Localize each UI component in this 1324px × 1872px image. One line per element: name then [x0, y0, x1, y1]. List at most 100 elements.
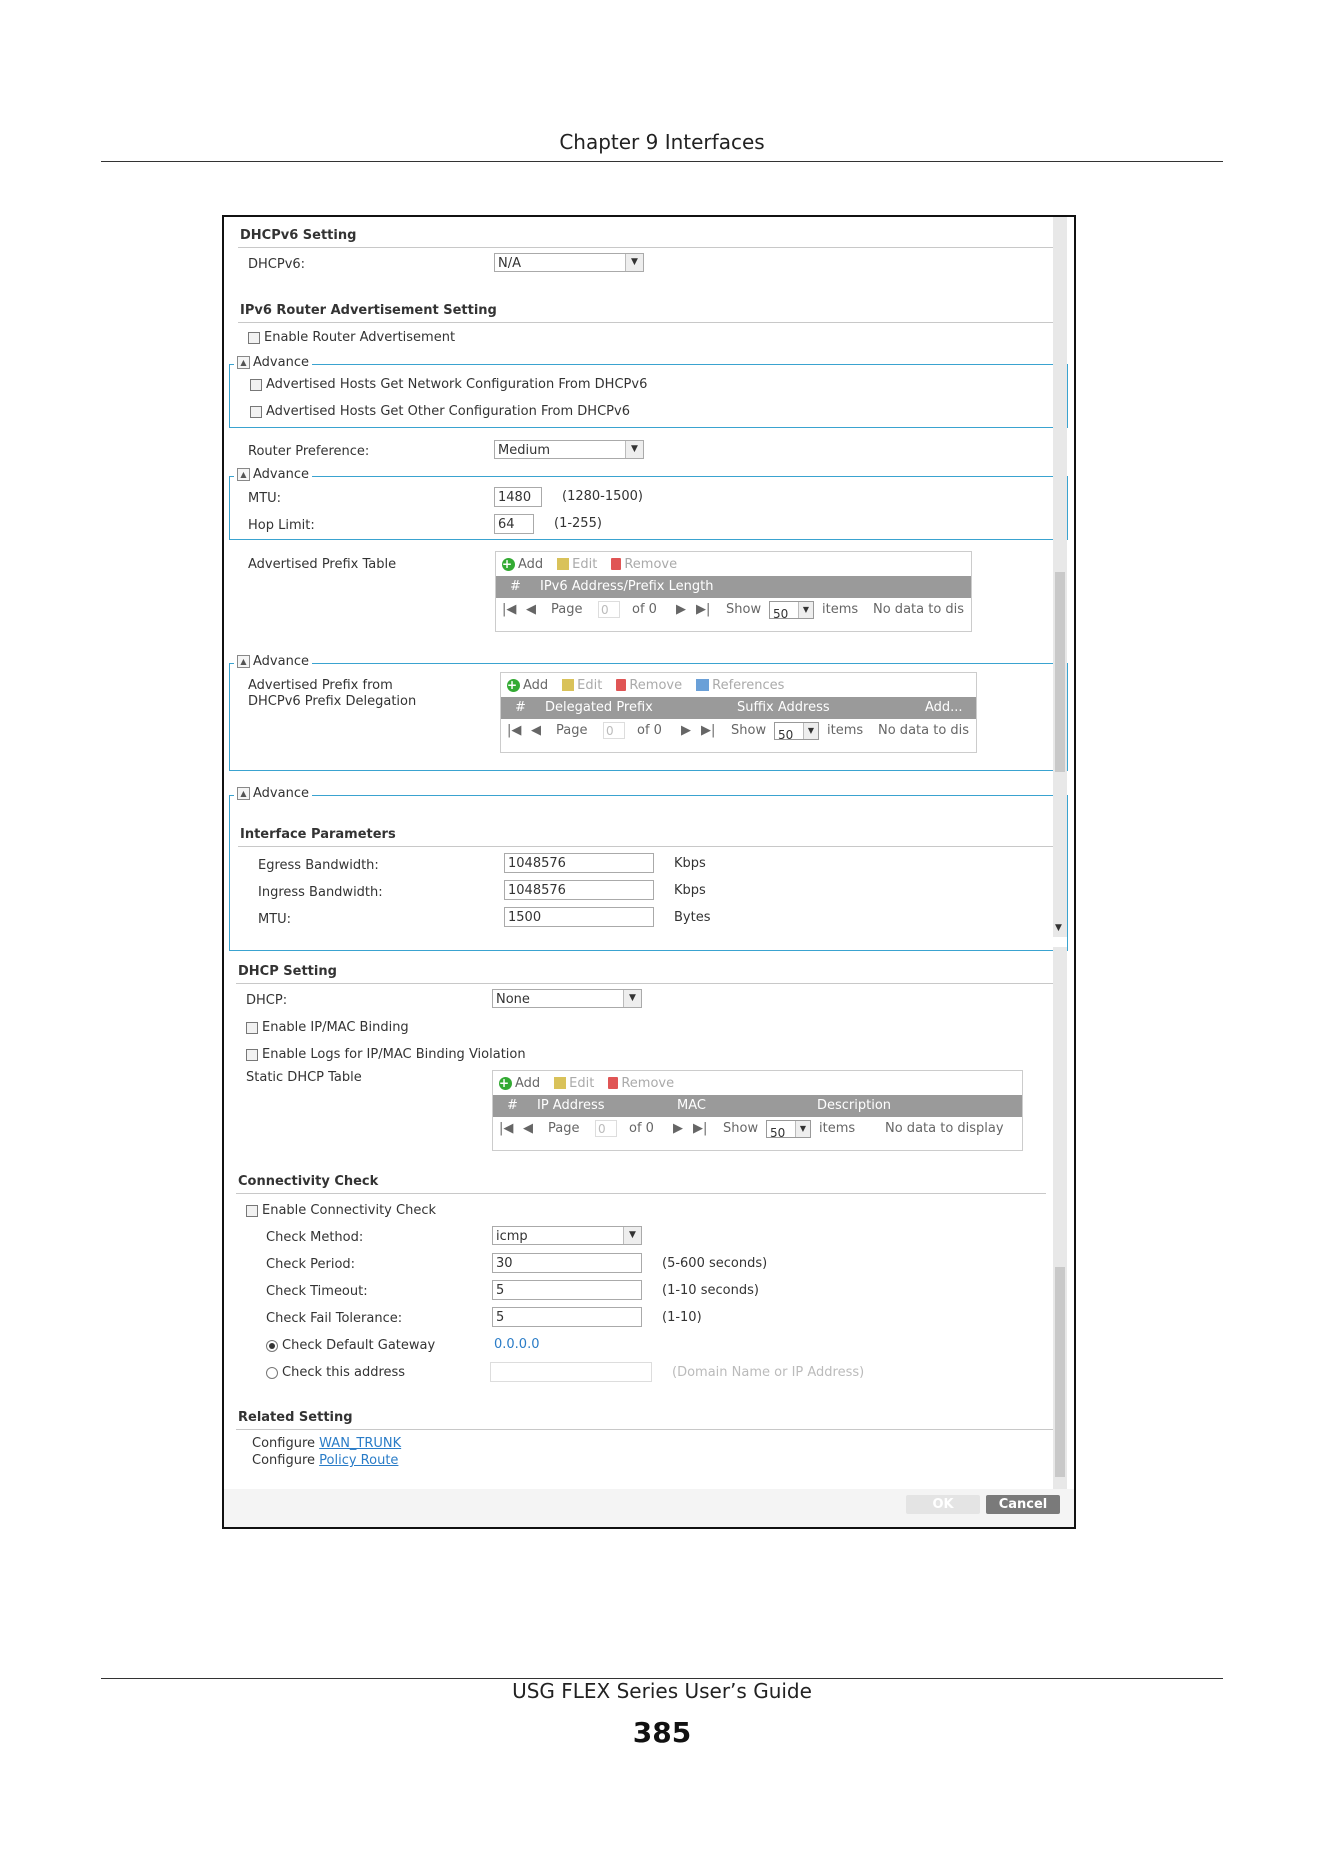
col-num: #: [510, 579, 521, 594]
divider: [236, 1193, 1046, 1194]
page-input[interactable]: 0: [598, 601, 620, 618]
enable-ra-checkbox[interactable]: Enable Router Advertisement: [248, 330, 455, 345]
add-icon: +: [502, 557, 515, 571]
first-page-icon[interactable]: |◀: [502, 602, 516, 617]
configure-wan-row: Configure WAN_TRUNK: [252, 1436, 402, 1451]
col-suffix-address[interactable]: Suffix Address: [737, 700, 830, 715]
add-button[interactable]: + Add: [502, 557, 543, 572]
this-address-radio[interactable]: Check this address: [266, 1365, 405, 1380]
advance-label: Advance: [253, 654, 309, 669]
timeout-label: Check Timeout:: [266, 1284, 368, 1299]
col-description[interactable]: Description: [817, 1098, 891, 1113]
ra-mtu-input[interactable]: 1480: [494, 487, 542, 507]
chevron-down-icon: ▼: [625, 254, 643, 271]
chapter-title: Chapter 9 Interfaces: [559, 130, 765, 154]
dhcp-select[interactable]: None ▼: [492, 989, 642, 1008]
guide-title: USG FLEX Series User’s Guide: [512, 1679, 812, 1703]
fail-tolerance-label: Check Fail Tolerance:: [266, 1311, 403, 1326]
next-page-icon[interactable]: ▶: [676, 602, 686, 617]
advance-toggle-4[interactable]: ▲ Advance: [234, 786, 312, 801]
col-address[interactable]: IPv6 Address/Prefix Length: [540, 579, 713, 594]
hop-limit-input[interactable]: 64: [494, 514, 534, 534]
next-page-icon[interactable]: ▶: [673, 1121, 683, 1136]
last-page-icon[interactable]: ▶|: [693, 1121, 707, 1136]
router-pref-label: Router Preference:: [248, 444, 370, 459]
col-num: #: [507, 1098, 518, 1113]
edit-button[interactable]: Edit: [554, 1076, 594, 1091]
prev-page-icon[interactable]: ◀: [526, 602, 536, 617]
router-pref-select[interactable]: Medium ▼: [494, 440, 644, 459]
cancel-button[interactable]: Cancel: [986, 1495, 1060, 1514]
no-data-text: No data to display: [885, 1121, 1004, 1136]
related-section-title: Related Setting: [238, 1410, 353, 1425]
show-select[interactable]: 50 ▼: [769, 601, 814, 621]
col-delegated-prefix[interactable]: Delegated Prefix: [545, 700, 653, 715]
ip-mac-binding-label: Enable IP/MAC Binding: [262, 1020, 409, 1035]
default-gateway-label: Check Default Gateway: [282, 1338, 436, 1353]
enable-ra-label: Enable Router Advertisement: [264, 330, 456, 345]
period-input[interactable]: 30: [492, 1253, 642, 1273]
dhcp-label: DHCP:: [246, 993, 288, 1008]
default-gateway-radio[interactable]: Check Default Gateway: [266, 1338, 435, 1353]
remove-button[interactable]: Remove: [608, 1076, 674, 1091]
page-input[interactable]: 0: [595, 1120, 617, 1137]
scroll-down-icon[interactable]: ▼: [1055, 923, 1062, 933]
enable-conn-checkbox[interactable]: Enable Connectivity Check: [246, 1203, 436, 1218]
first-page-icon[interactable]: |◀: [499, 1121, 513, 1136]
ip-mac-binding-checkbox[interactable]: Enable IP/MAC Binding: [246, 1020, 409, 1035]
prev-page-icon[interactable]: ◀: [531, 723, 541, 738]
show-select[interactable]: 50 ▼: [774, 722, 819, 742]
conn-section-title: Connectivity Check: [238, 1174, 379, 1189]
advance-toggle-1[interactable]: ▲ Advance: [234, 355, 312, 370]
col-add[interactable]: Add...: [925, 700, 963, 715]
last-page-icon[interactable]: ▶|: [701, 723, 715, 738]
method-value: icmp: [496, 1229, 528, 1244]
items-label: items: [819, 1121, 856, 1136]
add-button[interactable]: + Add: [507, 678, 548, 693]
first-page-icon[interactable]: |◀: [507, 723, 521, 738]
add-button[interactable]: + Add: [499, 1076, 540, 1091]
edit-button[interactable]: Edit: [562, 678, 602, 693]
policy-route-link[interactable]: Policy Route: [319, 1453, 398, 1468]
ingress-input[interactable]: 1048576: [504, 880, 654, 900]
timeout-input[interactable]: 5: [492, 1280, 642, 1300]
remove-button[interactable]: Remove: [611, 557, 677, 572]
edit-button[interactable]: Edit: [557, 557, 597, 572]
iface-mtu-input[interactable]: 1500: [504, 907, 654, 927]
col-ip-address[interactable]: IP Address: [537, 1098, 605, 1113]
adv-net-checkbox[interactable]: Advertised Hosts Get Network Configurati…: [250, 377, 647, 392]
page-label: Page: [548, 1121, 580, 1136]
next-page-icon[interactable]: ▶: [681, 723, 691, 738]
scrollbar-thumb-2[interactable]: [1055, 1267, 1065, 1477]
advance-toggle-2[interactable]: ▲ Advance: [234, 467, 312, 482]
remove-button[interactable]: Remove: [616, 678, 682, 693]
references-button[interactable]: References: [696, 678, 784, 693]
router-pref-value: Medium: [498, 443, 550, 458]
iface-mtu-unit: Bytes: [674, 910, 711, 925]
dhcpv6-select[interactable]: N/A ▼: [494, 253, 644, 272]
adv-other-checkbox[interactable]: Advertised Hosts Get Other Configuration…: [250, 404, 630, 419]
wan-trunk-link[interactable]: WAN_TRUNK: [319, 1436, 401, 1451]
show-label: Show: [731, 723, 767, 738]
page-number: 385: [632, 1716, 692, 1749]
advance-toggle-3[interactable]: ▲ Advance: [234, 654, 312, 669]
show-select[interactable]: 50 ▼: [766, 1120, 811, 1140]
method-select[interactable]: icmp ▼: [492, 1226, 642, 1245]
screenshot-frame: DHCPv6 Setting DHCPv6: N/A ▼ IPv6 Router…: [222, 215, 1076, 1529]
prev-page-icon[interactable]: ◀: [523, 1121, 533, 1136]
references-icon: [696, 679, 710, 691]
ok-button[interactable]: OK: [906, 1495, 980, 1514]
binding-logs-checkbox[interactable]: Enable Logs for IP/MAC Binding Violation: [246, 1047, 526, 1062]
adv-net-label: Advertised Hosts Get Network Configurati…: [266, 377, 648, 392]
scrollbar-thumb-1[interactable]: [1055, 572, 1065, 772]
no-data-text: No data to dis: [873, 602, 965, 617]
collapse-icon: ▲: [237, 356, 250, 369]
fail-tolerance-input[interactable]: 5: [492, 1307, 642, 1327]
last-page-icon[interactable]: ▶|: [696, 602, 710, 617]
col-mac[interactable]: MAC: [677, 1098, 706, 1113]
egress-input[interactable]: 1048576: [504, 853, 654, 873]
page-label: Page: [551, 602, 583, 617]
edit-icon: [562, 679, 575, 691]
page-input[interactable]: 0: [603, 722, 625, 739]
this-address-input[interactable]: [490, 1362, 652, 1382]
